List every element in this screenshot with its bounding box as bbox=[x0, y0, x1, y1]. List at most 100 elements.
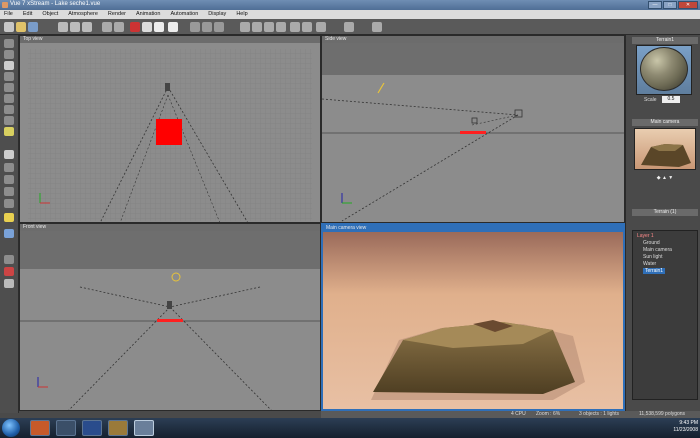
windows-taskbar: 9:43 PM 11/23/2008 bbox=[0, 418, 700, 438]
status-bar: 4 CPU Zoom : 6% 3 objects : 1 lights 11,… bbox=[321, 411, 700, 418]
close-button[interactable]: ✕ bbox=[678, 1, 698, 9]
window-controls: — □ ✕ bbox=[648, 1, 698, 9]
top-viewport-title: Top view bbox=[23, 36, 43, 42]
menu-help[interactable]: Help bbox=[236, 10, 247, 19]
menu-object[interactable]: Object bbox=[42, 10, 58, 19]
camera-controls[interactable]: ◆ ▲ ▼ bbox=[640, 175, 690, 182]
object-toolbar bbox=[0, 35, 19, 413]
front-viewport-header: Front view bbox=[20, 224, 320, 231]
menu-atmosphere[interactable]: Atmosphere bbox=[68, 10, 98, 19]
text-icon[interactable] bbox=[4, 61, 14, 70]
sky-icon[interactable] bbox=[142, 22, 152, 32]
camera-panel-title: Main camera bbox=[632, 119, 698, 126]
torus-icon[interactable] bbox=[4, 116, 14, 125]
outline-item-sun[interactable]: Sun light bbox=[643, 254, 662, 260]
undo-icon[interactable] bbox=[102, 22, 112, 32]
scale-icon[interactable] bbox=[214, 22, 224, 32]
top-viewport[interactable]: Top view bbox=[19, 35, 321, 223]
drop-icon[interactable] bbox=[290, 22, 300, 32]
status-zoom: Zoom : 6% bbox=[536, 411, 561, 417]
redo-icon[interactable] bbox=[114, 22, 124, 32]
side-viewport-header: Side view bbox=[322, 36, 624, 43]
front-viewport-title: Front view bbox=[23, 224, 47, 230]
side-terrain-object[interactable] bbox=[460, 131, 486, 134]
ungroup-icon[interactable] bbox=[264, 22, 274, 32]
render-icon[interactable] bbox=[130, 22, 140, 32]
new-file-icon[interactable] bbox=[4, 22, 14, 32]
camera-preview[interactable] bbox=[634, 128, 696, 170]
outline-item-ground[interactable]: Ground bbox=[643, 240, 660, 246]
camera-tool-icon[interactable] bbox=[4, 229, 14, 238]
minimize-button[interactable]: — bbox=[648, 1, 662, 9]
vue-application-window: Vue 7 xStream - Lake seche1.vue — □ ✕ Fi… bbox=[0, 0, 700, 438]
menu-bar: File Edit Object Atmosphere Render Anima… bbox=[0, 10, 700, 19]
outline-item-layer[interactable]: Layer 1 bbox=[637, 233, 654, 239]
system-clock[interactable]: 9:43 PM 11/23/2008 bbox=[673, 420, 698, 434]
front-viewport[interactable]: Front view bbox=[19, 223, 321, 411]
cloud-icon[interactable] bbox=[154, 22, 164, 32]
ecosystem-icon[interactable] bbox=[4, 255, 14, 264]
world-browser: Layer 1 Ground Main camera Sun light Wat… bbox=[632, 230, 698, 400]
import-icon[interactable] bbox=[4, 279, 14, 288]
explorer-icon[interactable] bbox=[56, 420, 76, 436]
front-camera-glyph[interactable] bbox=[167, 301, 172, 309]
window-title: Vue 7 xStream - Lake seche1.vue bbox=[10, 1, 101, 7]
active-task-icon[interactable] bbox=[134, 420, 154, 436]
main-camera-viewport[interactable]: Main camera view bbox=[321, 223, 625, 411]
top-camera-glyph[interactable] bbox=[165, 83, 170, 91]
save-file-icon[interactable] bbox=[28, 22, 38, 32]
cut-icon[interactable] bbox=[58, 22, 68, 32]
clock-date: 11/23/2008 bbox=[673, 427, 698, 433]
grid-icon[interactable] bbox=[372, 22, 382, 32]
metablob-icon[interactable] bbox=[4, 163, 14, 172]
plant-icon[interactable] bbox=[4, 127, 14, 136]
menu-render[interactable]: Render bbox=[108, 10, 126, 19]
sun-icon[interactable] bbox=[4, 213, 14, 222]
menu-animation[interactable]: Animation bbox=[136, 10, 160, 19]
side-viewport[interactable]: Side view bbox=[321, 35, 625, 223]
group-icon[interactable] bbox=[252, 22, 262, 32]
firefox-icon[interactable] bbox=[30, 420, 50, 436]
maximize-button[interactable]: □ bbox=[663, 1, 677, 9]
cube-icon[interactable] bbox=[4, 50, 14, 59]
water-icon[interactable] bbox=[4, 199, 14, 208]
cone-icon[interactable] bbox=[4, 105, 14, 114]
align-icon[interactable] bbox=[240, 22, 250, 32]
terrain-icon[interactable] bbox=[4, 72, 14, 81]
rotate-icon[interactable] bbox=[202, 22, 212, 32]
rock-icon[interactable] bbox=[4, 150, 14, 159]
copy-icon[interactable] bbox=[70, 22, 80, 32]
photoshop-icon[interactable] bbox=[82, 420, 102, 436]
outline-item-terrain[interactable]: Terrain1 bbox=[643, 268, 666, 274]
front-terrain-object[interactable] bbox=[157, 319, 183, 322]
cloud-layer-icon[interactable] bbox=[168, 22, 178, 32]
cylinder-icon[interactable] bbox=[4, 94, 14, 103]
open-file-icon[interactable] bbox=[16, 22, 26, 32]
vue-task-icon[interactable] bbox=[108, 420, 128, 436]
move-icon[interactable] bbox=[190, 22, 200, 32]
outline-item-camera[interactable]: Main camera bbox=[643, 247, 672, 253]
material-icon[interactable] bbox=[4, 267, 14, 276]
material-preview-sphere[interactable] bbox=[640, 47, 688, 91]
sphere-icon[interactable] bbox=[4, 39, 14, 48]
scale-field[interactable]: 0.5 bbox=[662, 96, 680, 103]
menu-automation[interactable]: Automation bbox=[170, 10, 198, 19]
camera-icon[interactable] bbox=[316, 22, 326, 32]
link-icon[interactable] bbox=[276, 22, 286, 32]
top-terrain-object[interactable] bbox=[156, 119, 182, 145]
outline-item-water[interactable]: Water bbox=[643, 261, 656, 267]
paste-icon[interactable] bbox=[82, 22, 92, 32]
menu-file[interactable]: File bbox=[4, 10, 13, 19]
menu-display[interactable]: Display bbox=[208, 10, 226, 19]
symmetric-icon[interactable] bbox=[4, 187, 14, 196]
start-button-icon[interactable] bbox=[2, 419, 20, 437]
menu-edit[interactable]: Edit bbox=[23, 10, 32, 19]
snap-icon[interactable] bbox=[302, 22, 312, 32]
scale-label: Scale bbox=[644, 97, 657, 103]
camera-viewport-title: Main camera view bbox=[326, 225, 367, 231]
boolean-icon[interactable] bbox=[4, 175, 14, 184]
light-icon[interactable] bbox=[344, 22, 354, 32]
side-viewport-title: Side view bbox=[325, 36, 347, 42]
outline-title: Terrain (1) bbox=[632, 209, 698, 216]
mountain-icon[interactable] bbox=[4, 83, 14, 92]
